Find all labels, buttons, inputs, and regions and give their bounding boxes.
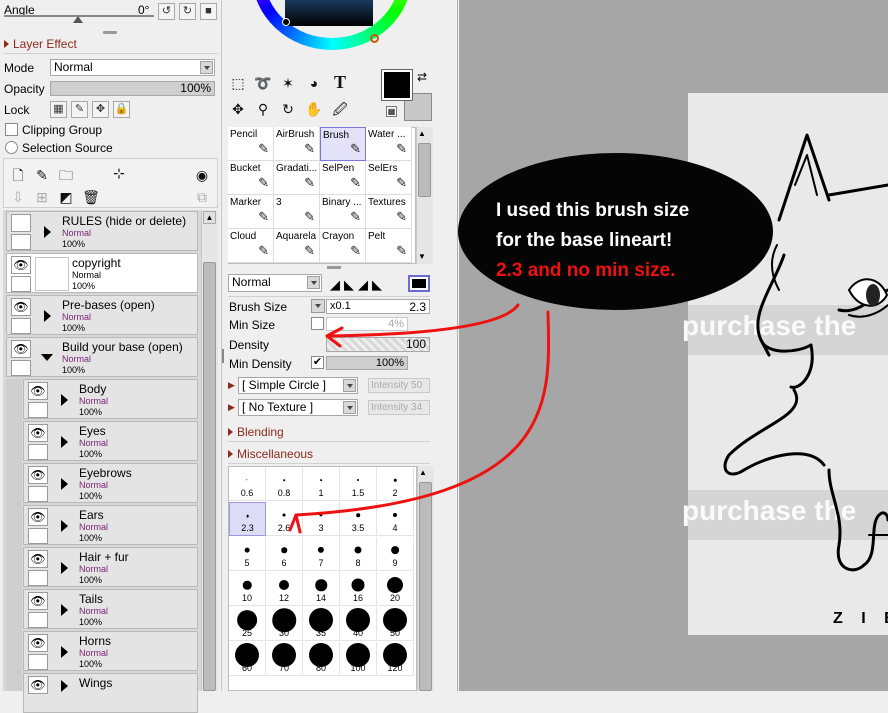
arrow-to-min-size [325,303,520,338]
annotation-arrows [288,303,551,534]
